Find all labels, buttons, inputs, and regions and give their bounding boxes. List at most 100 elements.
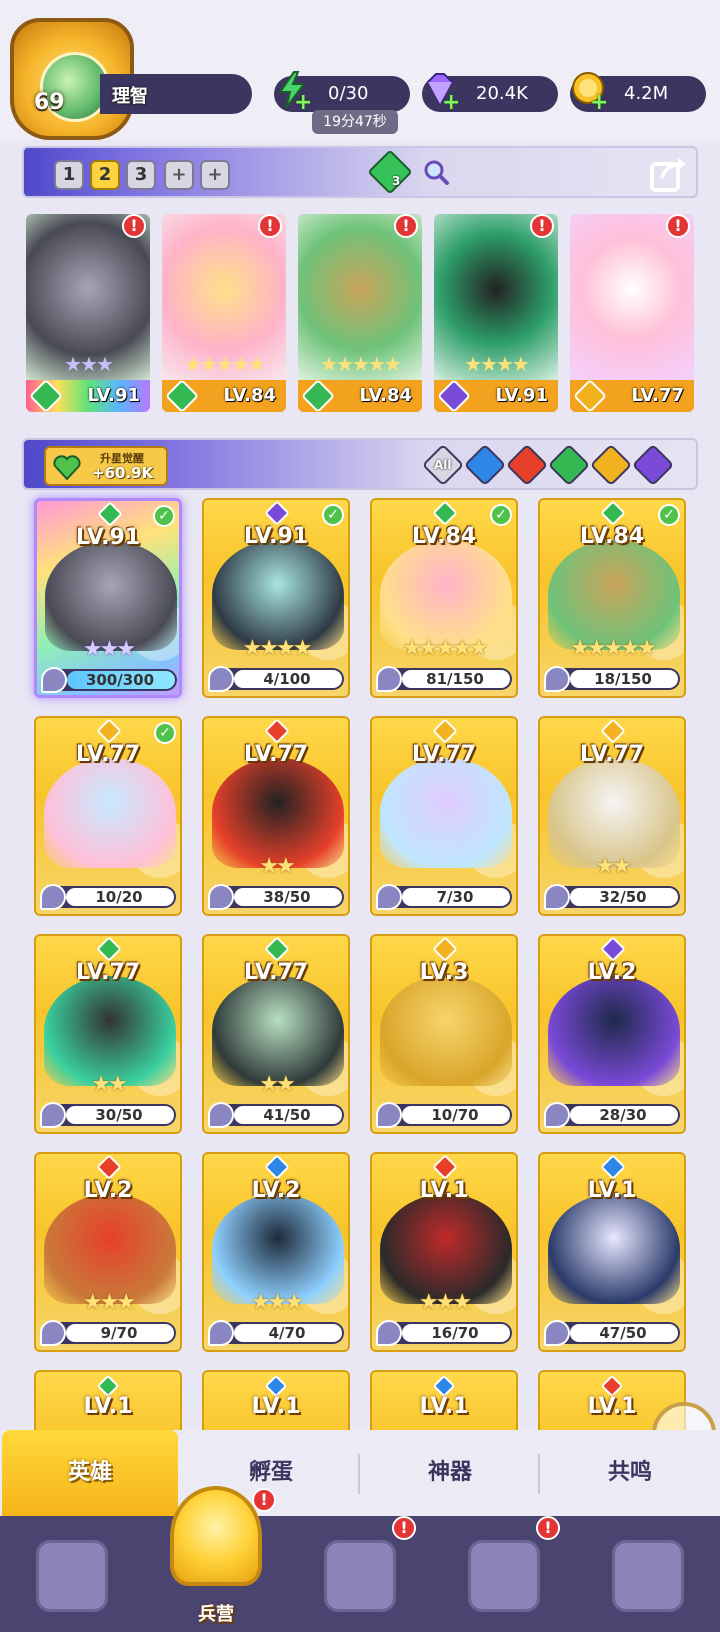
hero-level: LV.77: [243, 960, 309, 985]
hero-card[interactable]: LV.1 47/50: [538, 1152, 686, 1352]
awaken-button[interactable]: 升星觉醒 +60.9K: [44, 446, 168, 486]
hero-card[interactable]: LV.2 ★★★ 4/70: [202, 1152, 350, 1352]
check-icon: ✓: [154, 722, 176, 744]
dark-element-icon: [264, 500, 290, 526]
light-element-icon: [96, 718, 122, 744]
nature-element-icon: [600, 500, 626, 526]
nature-element-icon: [96, 936, 122, 962]
hero-stars: ★★★: [82, 1290, 136, 1315]
shard-icon: [544, 1320, 570, 1346]
hero-card[interactable]: LV.77 ★★ 38/50: [202, 716, 350, 916]
hero-card[interactable]: LV.1 ★★★ 16/70: [370, 1152, 518, 1352]
hero-card[interactable]: LV.1: [202, 1370, 350, 1430]
hero-level: LV.77: [243, 742, 309, 767]
hero-card[interactable]: LV.84 ★★★★★ 18/150 ✓: [538, 498, 686, 698]
light-filter-icon[interactable]: [589, 443, 633, 487]
light-element-icon: [432, 718, 458, 744]
shard-progress-text: 4/100: [263, 670, 311, 688]
nav-book[interactable]: !: [288, 1516, 432, 1632]
castle-icon: [468, 1540, 540, 1612]
shard-icon: [376, 1102, 402, 1128]
hero-level: LV.84: [411, 524, 477, 549]
hero-card[interactable]: LV.91 ★★★ 300/300 ✓: [34, 498, 182, 698]
team-lineup: ★★★ LV.91 ! ★★★★★ LV.84 ! ★★★★★ LV.84 ! …: [26, 214, 696, 412]
team-slot-add-1[interactable]: +: [164, 160, 194, 190]
shard-progress-text: 81/150: [426, 670, 484, 688]
hero-card[interactable]: LV.77 ★★ 30/50: [34, 934, 182, 1134]
tab-artifacts[interactable]: 神器: [360, 1430, 540, 1516]
energy-pill[interactable]: + 0/30: [274, 71, 410, 115]
hero-portrait: [380, 976, 512, 1086]
hero-portrait: [548, 1194, 680, 1304]
nature-element-icon: [264, 936, 290, 962]
tab-resonance[interactable]: 共鸣: [540, 1430, 720, 1516]
gold-pill[interactable]: + 4.2M: [570, 72, 706, 115]
shard-icon: [544, 666, 570, 692]
share-icon[interactable]: [648, 154, 688, 194]
hero-card[interactable]: LV.77 10/20 ✓: [34, 716, 182, 916]
player-name-bar[interactable]: 理智: [100, 74, 252, 114]
team-stars: ★★★★: [464, 352, 530, 376]
hero-level: LV.3: [419, 960, 469, 985]
hero-level: LV.91: [243, 524, 309, 549]
gems-pill[interactable]: + 20.4K: [422, 73, 558, 115]
shard-icon: [41, 667, 67, 693]
nature-filter-icon[interactable]: [547, 443, 591, 487]
team-card[interactable]: ★★★★★ LV.84 !: [162, 214, 286, 412]
hero-card[interactable]: LV.1: [34, 1370, 182, 1430]
shard-progress-text: 10/20: [95, 888, 143, 906]
team-element-gem-icon[interactable]: [367, 149, 413, 195]
barracks-icon: [170, 1486, 262, 1586]
team-slot-2[interactable]: 2: [90, 160, 120, 190]
hero-level: LV.2: [587, 960, 637, 985]
shard-progress-text: 7/30: [436, 888, 474, 906]
hero-level: LV.77: [411, 742, 477, 767]
fire-filter-icon[interactable]: [505, 443, 549, 487]
shard-icon: [208, 666, 234, 692]
team-card[interactable]: ★★★★★ LV.84 !: [298, 214, 422, 412]
bottom-nav: 兵营 ! ! !: [0, 1486, 720, 1632]
alert-badge: !: [252, 1488, 276, 1512]
team-slot-3[interactable]: 3: [126, 160, 156, 190]
shard-progress-text: 47/50: [599, 1324, 647, 1342]
dark-filter-icon[interactable]: [631, 443, 675, 487]
shard-icon: [40, 1102, 66, 1128]
nav-cards[interactable]: [0, 1516, 144, 1632]
hero-filter-bar: 升星觉醒 +60.9K All: [22, 438, 698, 490]
team-stars: ★★★★★: [184, 352, 266, 376]
shard-progress-text: 4/70: [268, 1324, 306, 1342]
check-icon: ✓: [153, 505, 175, 527]
team-card[interactable]: ★★★★ LV.91 !: [434, 214, 558, 412]
team-slot-add-2[interactable]: +: [200, 160, 230, 190]
hero-card[interactable]: LV.77 ★★ 32/50: [538, 716, 686, 916]
hero-portrait: [44, 1194, 176, 1304]
tab-heroes[interactable]: 英雄: [2, 1430, 178, 1516]
hero-card[interactable]: LV.84 ★★★★★ 81/150 ✓: [370, 498, 518, 698]
hero-card[interactable]: LV.2 28/30: [538, 934, 686, 1134]
nav-barracks[interactable]: 兵营 !: [144, 1486, 288, 1632]
hero-portrait: [548, 976, 680, 1086]
hero-level: LV.1: [251, 1394, 301, 1419]
shard-icon: [376, 884, 402, 910]
hero-card[interactable]: LV.77 7/30: [370, 716, 518, 916]
hero-card[interactable]: LV.91 ★★★★ 4/100 ✓: [202, 498, 350, 698]
hero-portrait: [212, 540, 344, 650]
hero-portrait: [44, 976, 176, 1086]
nav-mushroom[interactable]: [576, 1516, 720, 1632]
water-filter-icon[interactable]: [463, 443, 507, 487]
nav-castle[interactable]: !: [432, 1516, 576, 1632]
shard-icon: [40, 884, 66, 910]
cards-icon: [36, 1540, 108, 1612]
hero-portrait: [212, 1194, 344, 1304]
hero-card[interactable]: LV.1: [370, 1370, 518, 1430]
team-slot-1[interactable]: 1: [54, 160, 84, 190]
hero-card[interactable]: LV.2 ★★★ 9/70: [34, 1152, 182, 1352]
energy-timer: 19分47秒: [312, 110, 398, 134]
hero-card[interactable]: LV.77 ★★ 41/50: [202, 934, 350, 1134]
hero-card[interactable]: LV.3 10/70: [370, 934, 518, 1134]
team-card[interactable]: ★★★ LV.91 !: [26, 214, 150, 412]
hero-level: LV.77: [579, 742, 645, 767]
search-icon[interactable]: [422, 158, 450, 186]
team-card[interactable]: LV.77 !: [570, 214, 694, 412]
shard-progress-text: 10/70: [431, 1106, 479, 1124]
